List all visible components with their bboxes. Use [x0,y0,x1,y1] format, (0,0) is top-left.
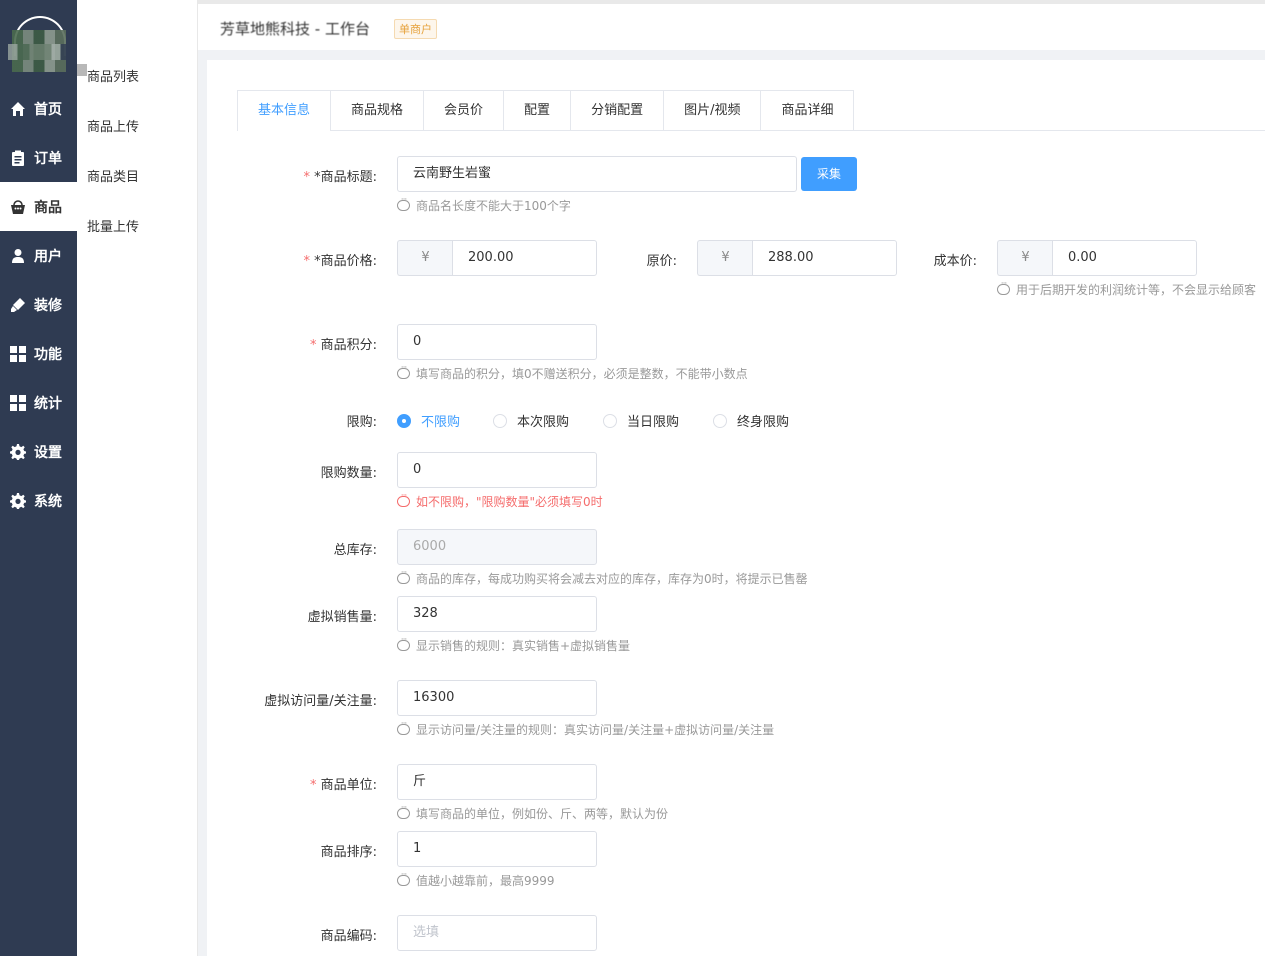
cost-price-input[interactable]: 0.00 [1052,240,1197,276]
nav-item-label: 装修 [34,297,62,314]
cost-price-currency: ¥ [997,240,1053,276]
top-header: 芳草地熊科技 - 工作台 单商户 [198,0,1265,50]
clipboard-icon [10,150,26,166]
nav-item-users[interactable]: 用户 [0,231,77,280]
tab-specs[interactable]: 商品规格 [330,91,424,131]
limit-qty-input[interactable]: 0 [397,452,597,488]
comment-icon [397,719,410,735]
virtual-sales-hint: 显示销售的规则：真实销售+虚拟销售量 [397,635,630,654]
tab-divider [237,130,1265,131]
stock-label: 总库存: [333,543,377,558]
sort-input[interactable]: 1 [397,831,597,867]
radio-limit-lifetime[interactable]: 终身限购 [713,411,789,430]
virtual-visits-label: 虚拟访问量/关注量: [264,694,377,709]
nav-item-label: 统计 [34,395,62,412]
collect-button[interactable]: 采集 [801,157,857,191]
comment-icon [397,803,410,819]
tab-member-price[interactable]: 会员价 [423,91,504,131]
subnav-item-goods-category[interactable]: 商品类目 [87,166,139,185]
logo [8,14,70,74]
title-input[interactable]: 云南野生岩蜜 [397,156,797,192]
nav-item-label: 订单 [34,150,62,167]
radio-no-limit[interactable]: 不限购 [397,411,460,430]
sub-nav: 商品列表 商品上传 商品类目 批量上传 [77,0,198,956]
nav-item-goods[interactable]: 商品 [0,182,77,231]
nav-item-label: 设置 [34,444,62,461]
user-icon [10,248,26,264]
nav-item-decorate[interactable]: 装修 [0,280,77,329]
main-panel: 基本信息 商品规格 会员价 配置 分销配置 图片/视频 商品详细 * *商品标题… [207,60,1265,956]
subnav-item-goods-upload[interactable]: 商品上传 [87,116,139,135]
sort-label: 商品排序: [320,845,377,860]
comment-icon [997,279,1010,295]
stock-input: 6000 [397,529,597,565]
comment-icon [397,195,410,211]
points-hint: 填写商品的积分，填0不赠送积分，必须是整数，不能带小数点 [397,363,748,382]
comment-icon [397,568,410,584]
gear-icon [10,492,26,509]
nav-item-orders[interactable]: 订单 [0,133,77,182]
subnav-item-batch-upload[interactable]: 批量上传 [87,216,139,235]
nav-item-system[interactable]: 系统 [0,476,77,525]
tab-basic-info[interactable]: 基本信息 [238,91,331,131]
comment-icon [397,363,410,379]
unit-label: * 商品单位: [309,778,377,793]
tab-config[interactable]: 配置 [503,91,571,131]
radio-limit-once[interactable]: 本次限购 [493,411,569,430]
virtual-sales-input[interactable]: 328 [397,596,597,632]
nav-item-label: 商品 [34,199,62,216]
cost-price-label: 成本价: [933,254,977,269]
virtual-sales-label: 虚拟销售量: [307,610,377,625]
tab-details[interactable]: 商品详细 [760,91,854,131]
original-price-label: 原价: [646,254,677,269]
code-input[interactable]: 选填 [397,915,597,951]
brush-icon [10,297,26,313]
nav-item-functions[interactable]: 功能 [0,329,77,378]
tab-media[interactable]: 图片/视频 [663,91,761,131]
nav-item-label: 功能 [34,346,62,363]
tab-distribution[interactable]: 分销配置 [570,91,664,131]
comment-icon [397,635,410,651]
merchant-badge: 单商户 [394,19,437,39]
virtual-visits-input[interactable]: 16300 [397,680,597,716]
gear-icon [10,443,26,460]
price-label: * *商品价格: [303,254,377,269]
page-title: 芳草地熊科技 - 工作台 [220,20,370,38]
comment-icon [397,870,410,886]
shopping-bag-icon [10,199,26,215]
nav-item-label: 首页 [34,101,62,118]
cost-price-hint: 用于后期开发的利润统计等，不会显示给顾客 [997,279,1256,298]
sub-nav-marker [77,64,87,76]
points-input[interactable]: 0 [397,324,597,360]
code-label: 商品编码: [320,929,377,944]
unit-input[interactable]: 斤 [397,764,597,800]
limit-qty-error: 如不限购，"限购数量"必须填写0时 [397,491,603,510]
price-currency: ¥ [397,240,453,276]
nav-item-stats[interactable]: 统计 [0,378,77,427]
main-nav: 首页 订单 商品 用户 装修 功能 统计 设置 系统 [0,0,77,956]
radio-limit-daily[interactable]: 当日限购 [603,411,679,430]
nav-item-label: 系统 [34,493,62,510]
original-price-currency: ¥ [697,240,753,276]
limit-qty-label: 限购数量: [320,466,377,481]
unit-hint: 填写商品的单位，例如份、斤、两等，默认为份 [397,803,668,822]
grid-icon [10,394,26,411]
tab-bar: 基本信息 商品规格 会员价 配置 分销配置 图片/视频 商品详细 [237,90,855,131]
nav-item-label: 用户 [34,248,62,265]
subnav-item-goods-list[interactable]: 商品列表 [87,66,139,85]
grid-icon [10,345,26,362]
title-hint: 商品名长度不能大于100个字 [397,195,571,214]
points-label: * 商品积分: [309,338,377,353]
limit-label: 限购: [346,415,377,430]
nav-item-home[interactable]: 首页 [0,84,77,133]
title-label: * *商品标题: [303,170,377,185]
stock-hint: 商品的库存，每成功购买将会减去对应的库存，库存为0时，将提示已售罄 [397,568,808,587]
virtual-visits-hint: 显示访问量/关注量的规则：真实访问量/关注量+虚拟访问量/关注量 [397,719,774,738]
comment-icon [397,491,410,507]
sort-hint: 值越小越靠前，最高9999 [397,870,555,889]
home-icon [10,101,26,117]
nav-item-settings[interactable]: 设置 [0,427,77,476]
